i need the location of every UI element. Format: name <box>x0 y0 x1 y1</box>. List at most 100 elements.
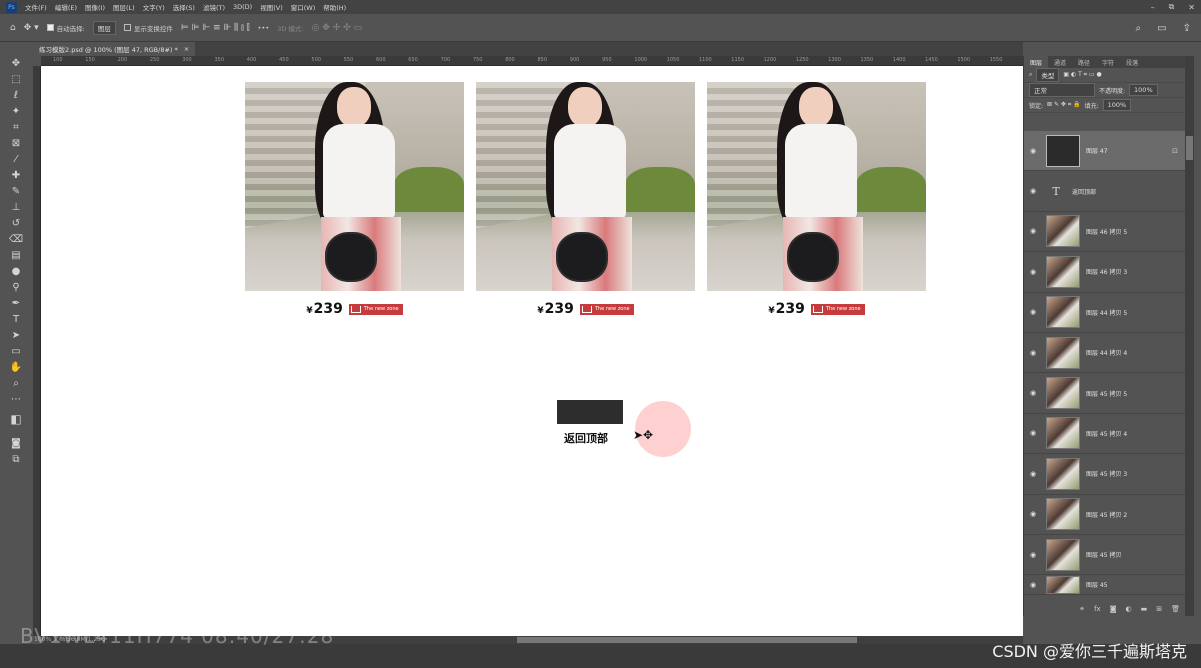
pen-tool-icon[interactable]: ✒ <box>8 296 24 310</box>
type-tool-icon[interactable]: T <box>8 312 24 326</box>
menu-layer[interactable]: 图层(L) <box>113 2 135 12</box>
menu-edit[interactable]: 编辑(E) <box>55 2 77 12</box>
layers-scrollbar-thumb[interactable] <box>1186 136 1193 160</box>
document-tab-close[interactable]: × <box>184 45 189 53</box>
history-brush-icon[interactable]: ↺ <box>8 216 24 230</box>
layer-row[interactable]: ◉ 图层 44 拷贝 4 <box>1024 333 1186 374</box>
frame-tool-icon[interactable]: ⊠ <box>8 136 24 150</box>
eyedropper-icon[interactable]: ⁄ <box>8 152 24 166</box>
menu-file[interactable]: 文件(F) <box>25 2 47 12</box>
tab-character[interactable]: 字符 <box>1096 56 1120 68</box>
dodge-tool-icon[interactable]: ⚲ <box>8 280 24 294</box>
layer-row[interactable]: ◉ 图层 44 拷贝 5 <box>1024 293 1186 333</box>
layer-filter-dropdown[interactable]: 类型 <box>1036 68 1060 82</box>
eraser-tool-icon[interactable]: ⌫ <box>8 232 24 246</box>
hand-tool-icon[interactable]: ✋ <box>8 360 24 374</box>
layer-row[interactable]: ◉ 图层 46 拷贝 5 <box>1024 212 1186 253</box>
transform-controls-checkbox[interactable] <box>123 24 131 31</box>
fill-input[interactable]: 100% <box>1102 99 1132 111</box>
tab-paths[interactable]: 路径 <box>1072 56 1096 68</box>
layer-row[interactable]: ◉ 图层 46 拷贝 3 <box>1024 252 1186 293</box>
menu-3d[interactable]: 3D(D) <box>233 3 252 11</box>
transform-controls-option[interactable]: 显示变换控件 <box>123 23 173 33</box>
close-button[interactable]: ✕ <box>1188 3 1195 12</box>
visibility-eye-icon[interactable]: ◉ <box>1024 510 1042 518</box>
auto-select-option[interactable]: 自动选择: <box>46 23 85 33</box>
visibility-eye-icon[interactable]: ◉ <box>1024 147 1042 155</box>
path-select-icon[interactable]: ➤ <box>8 328 24 342</box>
delete-layer-icon[interactable]: 🗑 <box>1171 605 1180 613</box>
new-group-icon[interactable]: ▬ <box>1141 605 1148 613</box>
visibility-eye-icon[interactable]: ◉ <box>1024 389 1042 397</box>
scrollbar-thumb[interactable] <box>517 637 857 643</box>
layer-style-icon[interactable]: fx <box>1094 605 1101 613</box>
visibility-eye-icon[interactable]: ◉ <box>1024 581 1042 589</box>
tab-channels[interactable]: 通道 <box>1048 56 1072 68</box>
screen-mode-icon[interactable]: ⧉ <box>8 452 24 466</box>
menu-view[interactable]: 视图(V) <box>260 2 283 12</box>
brush-tool-icon[interactable]: ✎ <box>8 184 24 198</box>
back-to-top-label[interactable]: 返回顶部 <box>564 430 608 446</box>
crop-tool-icon[interactable]: ⌗ <box>8 120 24 134</box>
tab-paragraph[interactable]: 段落 <box>1120 56 1144 68</box>
menu-help[interactable]: 帮助(H) <box>323 2 346 12</box>
layer-row[interactable]: ◉ 图层 45 <box>1024 575 1186 596</box>
layer-row[interactable]: ◉ 图层 47 ⊡ <box>1024 131 1186 172</box>
minimize-button[interactable]: – <box>1151 3 1155 12</box>
visibility-eye-icon[interactable]: ◉ <box>1024 429 1042 437</box>
visibility-eye-icon[interactable]: ◉ <box>1024 308 1042 316</box>
visibility-eye-icon[interactable]: ◉ <box>1024 470 1042 478</box>
menu-select[interactable]: 选择(S) <box>173 2 195 12</box>
color-swatches-icon[interactable]: ◧ <box>8 412 24 426</box>
marquee-tool-icon[interactable]: ⬚ <box>8 72 24 86</box>
edit-toolbar-icon[interactable]: ⋯ <box>8 392 24 406</box>
layer-row[interactable]: ◉ 图层 45 拷贝 <box>1024 535 1186 576</box>
more-options-button[interactable]: ••• <box>258 24 270 32</box>
menu-filter[interactable]: 滤镜(T) <box>203 2 225 12</box>
visibility-eye-icon[interactable]: ◉ <box>1024 551 1042 559</box>
visibility-eye-icon[interactable]: ◉ <box>1024 268 1042 276</box>
rectangle-tool-icon[interactable]: ▭ <box>8 344 24 358</box>
link-layers-icon[interactable]: ⚭ <box>1079 605 1085 613</box>
layer-row[interactable]: ◉ 图层 45 拷贝 3 <box>1024 454 1186 495</box>
add-mask-icon[interactable]: ◙ <box>1110 605 1117 613</box>
blur-tool-icon[interactable]: ● <box>8 264 24 278</box>
layers-scrollbar[interactable] <box>1185 56 1194 616</box>
magic-wand-icon[interactable]: ✦ <box>8 104 24 118</box>
document-tab[interactable]: 练习模版2.psd @ 100% (图层 47, RGB/8#) * × <box>33 42 196 56</box>
lasso-tool-icon[interactable]: ℓ <box>8 88 24 102</box>
document-canvas[interactable]: ¥239 The new zone ¥239 The new zone ¥239… <box>41 66 1023 636</box>
menu-image[interactable]: 图像(I) <box>85 2 105 12</box>
stamp-tool-icon[interactable]: ⊥ <box>8 200 24 214</box>
filter-icons[interactable]: ▣ ◐ T ⌗ ▭ ● <box>1063 71 1101 79</box>
auto-select-checkbox[interactable] <box>46 24 54 31</box>
gradient-tool-icon[interactable]: ▤ <box>8 248 24 262</box>
tab-layers[interactable]: 图层 <box>1024 56 1049 68</box>
blend-mode-dropdown[interactable]: 正常 <box>1029 83 1095 97</box>
auto-select-dropdown[interactable]: 图层 <box>92 20 116 35</box>
layer-row[interactable]: ◉ 图层 45 拷贝 4 <box>1024 414 1186 455</box>
layer-row[interactable]: ◉ 图层 45 拷贝 2 <box>1024 495 1186 535</box>
quick-mask-icon[interactable]: ◙ <box>8 436 24 450</box>
visibility-eye-icon[interactable]: ◉ <box>1024 227 1042 235</box>
move-tool-icon[interactable]: ✥ <box>8 56 24 70</box>
layer-row[interactable]: ◉ T 返回顶部 <box>1024 171 1186 212</box>
menu-type[interactable]: 文字(Y) <box>143 2 165 12</box>
healing-brush-icon[interactable]: ✚ <box>8 168 24 182</box>
home-icon[interactable]: ⌂ <box>10 23 16 33</box>
move-tool-icon[interactable]: ✥ ▾ <box>24 23 39 33</box>
adjustment-layer-icon[interactable]: ◐ <box>1126 605 1132 613</box>
restore-button[interactable]: ⧉ <box>1169 2 1175 12</box>
visibility-eye-icon[interactable]: ◉ <box>1024 187 1042 195</box>
align-icons[interactable]: ⊨ ⊫ ⊩ ≡ ⊪ ⫼ ⫾ ⫿ <box>181 23 250 33</box>
workspace-icon[interactable]: ▭ <box>1157 23 1166 34</box>
menu-window[interactable]: 窗口(W) <box>291 2 316 12</box>
layer-row[interactable]: ◉ 图层 45 拷贝 5 <box>1024 373 1186 414</box>
visibility-eye-icon[interactable]: ◉ <box>1024 349 1042 357</box>
share-icon[interactable]: ⇪ <box>1183 23 1191 34</box>
back-to-top-block[interactable] <box>557 400 623 424</box>
opacity-input[interactable]: 100% <box>1129 84 1158 96</box>
lock-icons[interactable]: ⊠ ✎ ✥ ⌗ 🔒 <box>1047 101 1081 109</box>
zoom-tool-icon[interactable]: ⌕ <box>8 376 24 390</box>
new-layer-icon[interactable]: ⊞ <box>1156 605 1162 613</box>
